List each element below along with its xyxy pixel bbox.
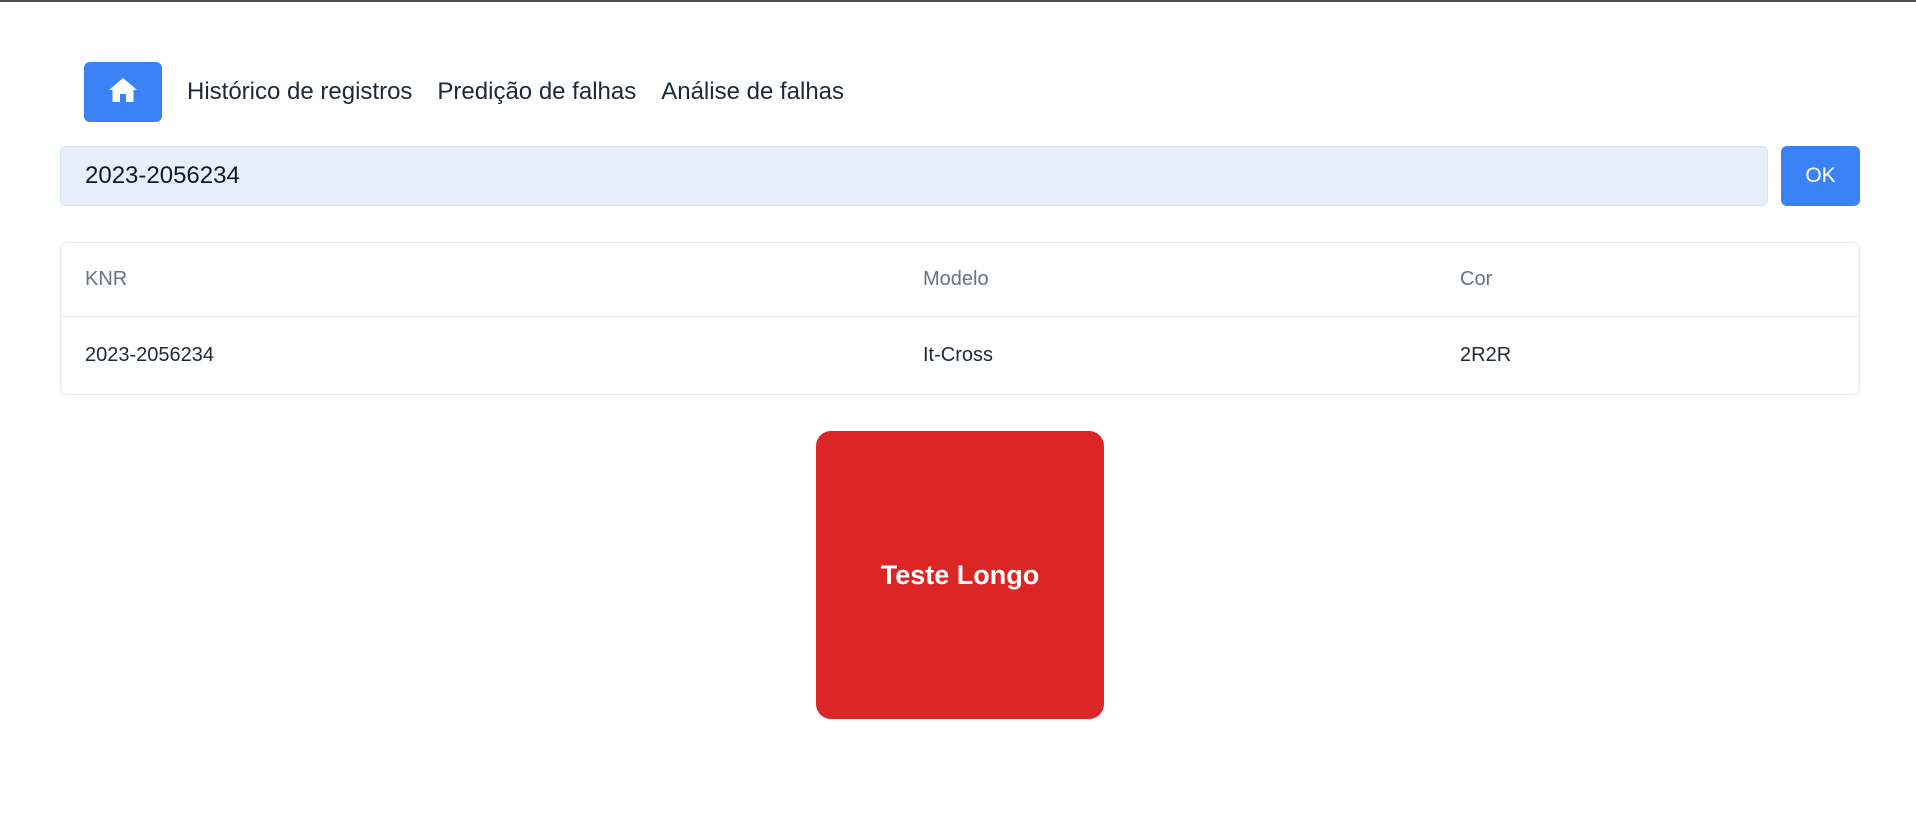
cell-knr: 2023-2056234 (85, 343, 215, 366)
home-button[interactable] (84, 62, 162, 122)
top-border (0, 0, 1916, 2)
search-bar: OK (60, 146, 1860, 206)
test-card-label: Teste Longo (880, 559, 1040, 590)
nav-link-analise[interactable]: Análise de falhas (661, 78, 844, 106)
top-nav: Histórico de registros Predição de falha… (84, 62, 844, 122)
knr-search-input[interactable] (60, 146, 1768, 206)
cell-cor: 2R2R (1460, 343, 1512, 366)
column-header-cor: Cor (1436, 243, 1859, 317)
table-header-row: KNR Modelo Cor (61, 243, 1859, 317)
table-row[interactable]: 2023-2056234 It-Cross 2R2R (61, 316, 1859, 394)
nav-link-predicao[interactable]: Predição de falhas (437, 78, 636, 106)
column-header-knr: KNR (61, 243, 899, 317)
home-icon (108, 76, 138, 109)
cell-modelo: It-Cross (923, 343, 993, 366)
nav-link-historico[interactable]: Histórico de registros (187, 78, 412, 106)
column-header-modelo: Modelo (899, 243, 1436, 317)
ok-button[interactable]: OK (1781, 146, 1860, 206)
test-card-teste-longo[interactable]: Teste Longo (816, 431, 1104, 719)
results-table: KNR Modelo Cor 2023-2056234 It-Cross 2R2… (60, 242, 1860, 395)
